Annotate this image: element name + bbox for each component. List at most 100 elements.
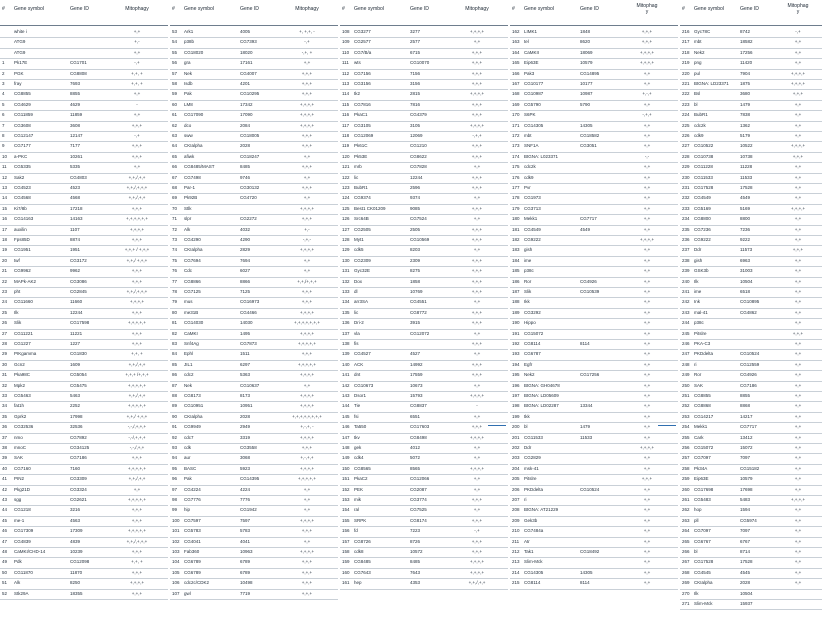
row-number: 242 bbox=[682, 299, 690, 305]
row-number: 184 bbox=[512, 257, 520, 263]
gene-id: 6963 bbox=[740, 257, 751, 263]
mitophagy-score: +,+, + bbox=[131, 81, 143, 86]
gene-id: 7719 bbox=[240, 590, 251, 596]
mitophagy-score: +,+ bbox=[643, 393, 651, 398]
mitophagy-score: +,+,+ bbox=[792, 153, 804, 159]
row-number: 46 bbox=[2, 528, 8, 534]
row-number: 87 bbox=[172, 382, 178, 388]
gene-symbol: CG7236 bbox=[694, 226, 711, 232]
mitophagy-score: +,+,/,+,+,+ bbox=[126, 185, 148, 190]
gene-symbol: Alk bbox=[14, 580, 21, 586]
mitophagy-score: +,+ bbox=[794, 382, 802, 388]
gene-id: 4839 bbox=[70, 538, 81, 544]
gene-symbol: CG5790 bbox=[524, 101, 541, 107]
header-gene-symbol: Gene symbol bbox=[354, 6, 385, 12]
blue-marker-left bbox=[488, 425, 506, 426]
gene-symbol: CG5483 bbox=[694, 497, 711, 502]
gene-id: CG4926 bbox=[580, 278, 597, 284]
row-number: 249 bbox=[682, 372, 690, 378]
gene-symbol: cdc2 bbox=[184, 372, 194, 378]
gene-id: CG16973 bbox=[240, 299, 260, 305]
row-number: 213 bbox=[512, 559, 520, 565]
gene-id: 8868 bbox=[740, 403, 751, 409]
mitophagy-score: +,+,+ bbox=[471, 143, 483, 149]
mitophagy-score: +,+,/,+,+ bbox=[128, 195, 146, 201]
row-number: 117 bbox=[342, 122, 350, 128]
mitophagy-score: +,+,+ bbox=[301, 185, 313, 190]
gene-id: 2309 bbox=[410, 257, 421, 263]
gene-id: CG8498 bbox=[410, 434, 427, 440]
mitophagy-score: +,+ bbox=[473, 195, 481, 201]
row-number: 257 bbox=[682, 455, 690, 461]
gene-symbol: CG11228 bbox=[694, 164, 713, 170]
mitophagy-score: +,+ bbox=[473, 413, 481, 419]
gene-symbol: CG7160 bbox=[14, 465, 31, 471]
gene-symbol: CG1951 bbox=[14, 247, 31, 253]
row-number: 109 bbox=[342, 39, 350, 45]
gene-symbol: CG4549 bbox=[694, 195, 711, 201]
mitophagy-score: +,+,+ bbox=[641, 476, 653, 482]
row-number: 190 bbox=[512, 320, 520, 326]
gene-id: 12244 bbox=[410, 174, 423, 180]
gene-symbol: CG8114 bbox=[524, 341, 541, 346]
mitophagy-score: +,+ bbox=[794, 413, 802, 419]
row-number: 105 bbox=[172, 569, 180, 575]
mitophagy-score: +,+ bbox=[643, 174, 651, 180]
gene-id: 7694 bbox=[240, 257, 251, 263]
header-number: # bbox=[2, 6, 5, 12]
mitophagy-score: +,+,+ bbox=[471, 278, 483, 284]
row-number: 228 bbox=[682, 153, 690, 159]
gene-symbol: CKIalpha bbox=[184, 413, 203, 419]
gene-symbol: PGK bbox=[14, 70, 24, 76]
mitophagy-score: +,+,+ bbox=[471, 361, 483, 367]
gene-symbol: CG4545 bbox=[694, 569, 711, 575]
row-number: 256 bbox=[682, 445, 690, 450]
gene-id: 8114 bbox=[580, 580, 590, 586]
mitophagy-score: +,+ bbox=[643, 580, 651, 586]
gene-id: 5169 bbox=[740, 205, 751, 211]
mitophagy-score: +,+,+ bbox=[301, 299, 313, 305]
mitophagy-score: +,+ bbox=[643, 486, 651, 492]
gene-id: 7643 bbox=[410, 569, 421, 575]
header-mitophagy: Mitophag y bbox=[787, 3, 809, 15]
mitophagy-score: +,+ bbox=[133, 91, 141, 97]
mitophagy-score: +,+,+ bbox=[131, 341, 143, 346]
gene-id: 3319 bbox=[240, 434, 251, 440]
gene-id: 7160 bbox=[70, 465, 81, 471]
mitophagy-score: +,+ bbox=[133, 49, 141, 55]
mitophagy-score: -,-/,+,+,+ bbox=[128, 434, 146, 440]
header-gene-id: Gene ID bbox=[70, 6, 89, 12]
gene-id: 15937 bbox=[740, 601, 753, 606]
row-number: 78 bbox=[172, 289, 178, 294]
row-number: 16 bbox=[2, 216, 8, 222]
gene-symbol: CG7097 bbox=[694, 455, 711, 461]
mitophagy-score: +,+ bbox=[473, 330, 481, 336]
gene-symbol: ime bbox=[694, 289, 702, 294]
gene-symbol: Slik bbox=[524, 289, 532, 294]
gene-symbol: Ddr bbox=[524, 445, 532, 450]
gene-id: 1495 bbox=[240, 330, 251, 336]
mitophagy-score: +,+,+ bbox=[131, 455, 143, 461]
gene-id: 5483 bbox=[740, 497, 751, 502]
mitophagy-score: +,+,+ bbox=[301, 569, 313, 575]
mitophagy-score: +,+,+ bbox=[471, 372, 483, 378]
gene-symbol: SAK bbox=[14, 455, 24, 461]
gene-id: CG8622 bbox=[410, 153, 427, 159]
row-number: 134 bbox=[342, 299, 350, 305]
gene-symbol: mal-41 bbox=[694, 309, 708, 315]
gene-id: 8250 bbox=[70, 580, 81, 586]
mitophagy-score: +,+,+ bbox=[301, 70, 313, 76]
gene-id: CG1942 bbox=[240, 507, 257, 513]
row-number: 24 bbox=[2, 299, 8, 305]
row-number: 30 bbox=[2, 361, 8, 367]
gene-id: 4549 bbox=[580, 226, 591, 232]
gene-symbol: Pka98C bbox=[14, 372, 31, 378]
row-number: 148 bbox=[342, 445, 350, 450]
gene-symbol: Eip63E bbox=[694, 476, 709, 482]
gene-symbol: S6PK bbox=[524, 112, 536, 118]
row-number: 188 bbox=[512, 299, 520, 305]
row-number: 139 bbox=[342, 351, 350, 357]
gene-id: 8800 bbox=[740, 216, 751, 222]
mitophagy-score: +,+,+,+ bbox=[299, 112, 315, 118]
row-number: 9 bbox=[2, 143, 5, 149]
